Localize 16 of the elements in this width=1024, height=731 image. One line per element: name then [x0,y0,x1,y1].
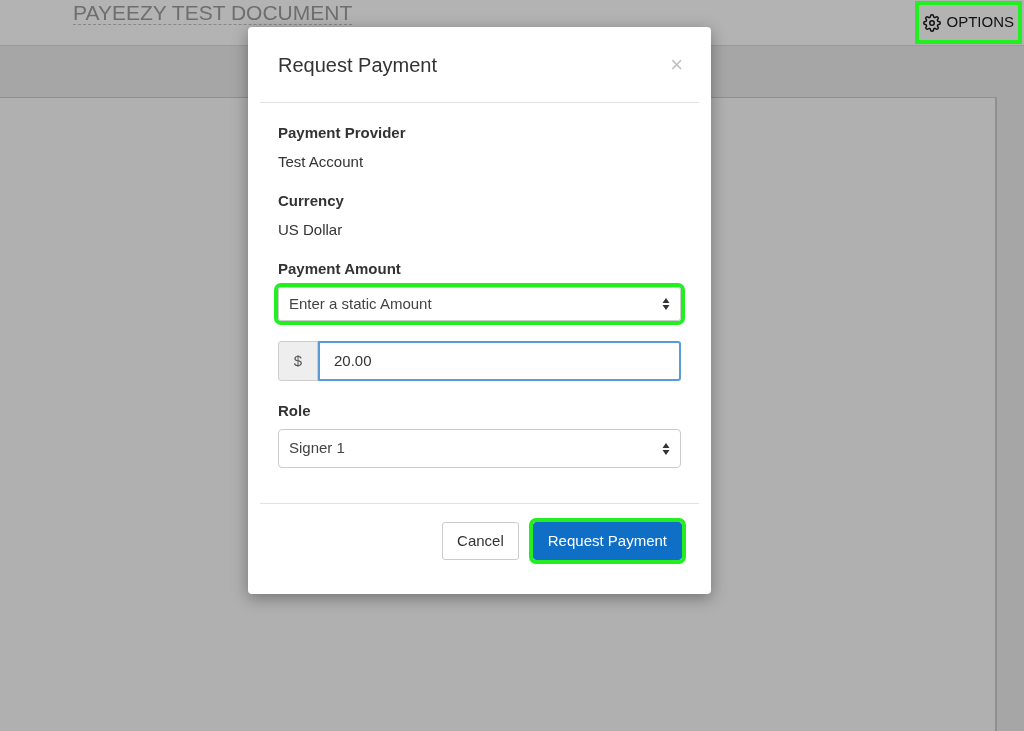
currency-prefix: $ [278,341,318,381]
field-label: Payment Provider [278,123,407,143]
role-select[interactable]: Signer 1 [278,429,681,468]
amount-input[interactable]: 20.00 [318,341,681,381]
field-label: Role [278,401,312,421]
field-label: Payment Amount [278,259,402,279]
cancel-button[interactable]: Cancel [442,522,519,560]
settings-icon [923,13,942,32]
document-title: PAYEEZY TEST DOCUMENT [73,2,353,25]
field-value: US Dollar [278,220,344,240]
dialog-title: Request Payment [278,52,437,78]
select-arrows-icon [662,297,670,311]
field-value: Test Account [278,152,365,172]
options-button[interactable]: OPTIONS [919,5,1018,40]
field-label: Currency [278,191,345,211]
select-arrows-icon [662,441,670,456]
